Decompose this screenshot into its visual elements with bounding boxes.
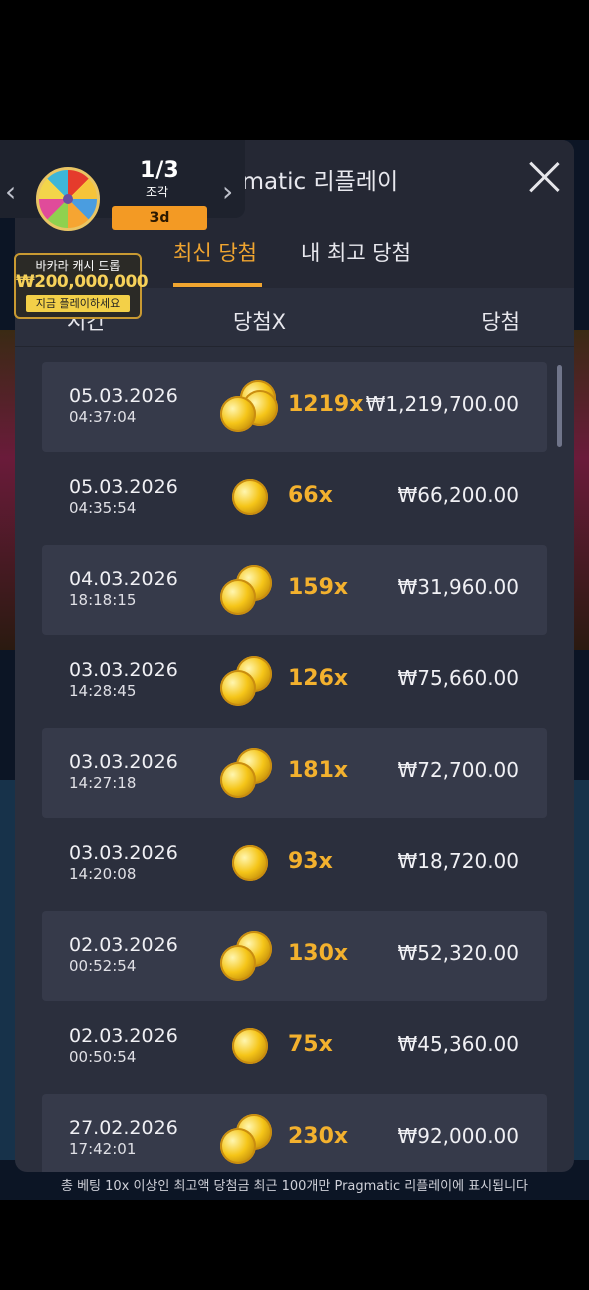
win-amount: ₩75,660.00	[397, 666, 519, 690]
win-amount: ₩66,200.00	[397, 483, 519, 507]
win-time: 14:27:18	[69, 774, 137, 792]
prize-wheel-icon[interactable]	[36, 167, 100, 231]
close-icon[interactable]	[527, 160, 561, 194]
banner-play-now[interactable]: 지금 플레이하세요	[26, 295, 130, 312]
win-multiplier: 66x	[288, 483, 333, 508]
win-date: 05.03.2026	[69, 476, 178, 498]
win-row[interactable]: 05.03.2026 04:35:54 66x ₩66,200.00	[42, 453, 547, 543]
win-multiplier: 159x	[288, 575, 349, 600]
promo-timer-badge: 3d	[112, 206, 207, 230]
coins-icon	[218, 742, 280, 802]
win-amount: ₩92,000.00	[397, 1124, 519, 1148]
chevron-left-icon[interactable]: ‹	[5, 178, 16, 206]
win-multiplier: 75x	[288, 1032, 333, 1057]
list-scrollbar[interactable]	[557, 365, 562, 447]
win-row[interactable]: 05.03.2026 04:37:04 1219x ₩1,219,700.00	[42, 362, 547, 452]
cash-drop-banner[interactable]: 바카라 캐시 드롭 ₩200,000,000 지금 플레이하세요	[14, 253, 149, 319]
win-date: 03.03.2026	[69, 842, 178, 864]
win-row[interactable]: 02.03.2026 00:50:54 75x ₩45,360.00	[42, 1002, 547, 1092]
win-time: 18:18:15	[69, 591, 137, 609]
cash-drop-promo[interactable]: ‹ 1/3 조각 3d › 바카라 캐시 드롭 ₩200,000,000 지금 …	[0, 140, 245, 319]
win-amount: ₩45,360.00	[397, 1032, 519, 1056]
win-time: 04:37:04	[69, 408, 137, 426]
win-amount: ₩31,960.00	[397, 575, 519, 599]
coin-icon	[218, 1016, 280, 1076]
banner-prize-amount: ₩200,000,000	[16, 272, 149, 292]
footer-note: 총 베팅 10x 이상인 최고액 당첨금 최근 100개만 Pragmatic …	[61, 1179, 528, 1194]
win-multiplier: 1219x	[288, 392, 364, 417]
win-amount: ₩18,720.00	[397, 849, 519, 873]
game-reel-decoration-right	[573, 330, 589, 650]
win-row[interactable]: 02.03.2026 00:52:54 130x ₩52,320.00	[42, 911, 547, 1001]
win-multiplier: 126x	[288, 666, 349, 691]
coin-icon	[218, 467, 280, 527]
column-header-win: 당첨	[481, 310, 520, 334]
win-time: 00:52:54	[69, 957, 137, 975]
win-time: 14:28:45	[69, 682, 137, 700]
win-multiplier: 93x	[288, 849, 333, 874]
win-time: 04:35:54	[69, 499, 137, 517]
win-amount: ₩52,320.00	[397, 941, 519, 965]
win-amount: ₩1,219,700.00	[365, 392, 519, 416]
win-time: 00:50:54	[69, 1048, 137, 1066]
coins-icon	[218, 650, 280, 710]
win-row[interactable]: 03.03.2026 14:20:08 93x ₩18,720.00	[42, 819, 547, 909]
win-amount: ₩72,700.00	[397, 758, 519, 782]
coins-icon	[218, 925, 280, 985]
coin-stack-icon	[218, 376, 280, 436]
tab-my-best-wins[interactable]: 내 최고 당첨	[301, 237, 411, 267]
pieces-label: 조각	[146, 185, 169, 199]
win-date: 02.03.2026	[69, 934, 178, 956]
win-time: 17:42:01	[69, 1140, 137, 1158]
win-row[interactable]: 04.03.2026 18:18:15 159x ₩31,960.00	[42, 545, 547, 635]
game-swirl-decoration-right	[573, 780, 589, 1160]
win-row[interactable]: 03.03.2026 14:28:45 126x ₩75,660.00	[42, 636, 547, 726]
chevron-right-icon[interactable]: ›	[222, 178, 233, 206]
win-date: 03.03.2026	[69, 659, 178, 681]
win-date: 05.03.2026	[69, 385, 178, 407]
win-time: 14:20:08	[69, 865, 137, 883]
coin-icon	[218, 833, 280, 893]
win-multiplier: 181x	[288, 758, 349, 783]
win-multiplier: 230x	[288, 1124, 349, 1149]
win-date: 03.03.2026	[69, 751, 178, 773]
win-date: 02.03.2026	[69, 1025, 178, 1047]
win-date: 04.03.2026	[69, 568, 178, 590]
win-date: 27.02.2026	[69, 1117, 178, 1139]
pieces-count: 1/3	[140, 158, 179, 183]
coins-icon	[218, 559, 280, 619]
win-row[interactable]: 27.02.2026 17:42:01 230x ₩92,000.00	[42, 1094, 547, 1172]
win-multiplier: 130x	[288, 941, 349, 966]
win-row[interactable]: 03.03.2026 14:27:18 181x ₩72,700.00	[42, 728, 547, 818]
coins-icon	[218, 1108, 280, 1168]
